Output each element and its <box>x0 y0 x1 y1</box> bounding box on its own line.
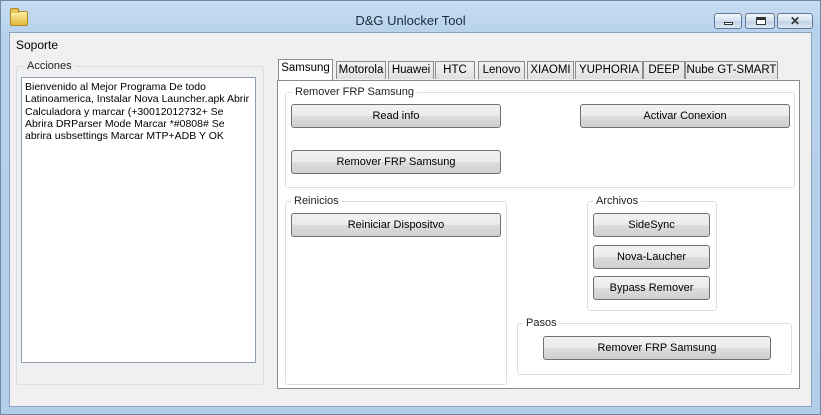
tab-deep[interactable]: DEEP <box>643 61 685 79</box>
tab-xiaomi[interactable]: XIAOMI <box>527 61 574 79</box>
tab-yuphoria[interactable]: YUPHORIA <box>575 61 643 79</box>
tab-nube-gt-smart[interactable]: Nube GT-SMART <box>685 61 778 79</box>
acciones-textbox[interactable]: Bienvenido al Mejor Programa De todo Lat… <box>21 77 256 363</box>
client-area: Soporte Acciones Bienvenido al Mejor Pro… <box>9 32 812 407</box>
bypass-remover-button[interactable]: Bypass Remover <box>593 276 710 300</box>
nova-launcher-button[interactable]: Nova-Laucher <box>593 245 710 269</box>
pasos-group: Pasos Remover FRP Samsung <box>517 317 792 375</box>
reiniciar-dispositivo-button[interactable]: Reiniciar Dispositvo <box>291 213 501 237</box>
tab-huawei[interactable]: Huawei <box>388 61 434 79</box>
menu-bar: Soporte <box>10 33 811 55</box>
menu-soporte[interactable]: Soporte <box>16 38 58 52</box>
tab-samsung[interactable]: Samsung <box>278 59 333 80</box>
pasos-remover-frp-button[interactable]: Remover FRP Samsung <box>543 336 771 360</box>
remover-frp-button[interactable]: Remover FRP Samsung <box>291 150 501 174</box>
tab-lenovo[interactable]: Lenovo <box>478 61 525 79</box>
acciones-group: Acciones Bienvenido al Mejor Programa De… <box>16 60 264 385</box>
activar-conexion-button[interactable]: Activar Conexion <box>580 104 790 128</box>
acciones-label: Acciones <box>24 60 75 72</box>
archivos-label: Archivos <box>593 195 642 207</box>
close-icon: ✕ <box>790 14 801 28</box>
reinicios-label: Reinicios <box>291 195 342 207</box>
frp-group-label: Remover FRP Samsung <box>292 86 418 98</box>
read-info-button[interactable]: Read info <box>291 104 501 128</box>
minimize-button[interactable] <box>714 13 742 29</box>
pasos-label: Pasos <box>523 317 560 329</box>
close-button[interactable]: ✕ <box>777 13 813 29</box>
title-bar[interactable]: D&G Unlocker Tool ✕ <box>1 1 820 33</box>
tab-motorola[interactable]: Motorola <box>336 61 386 79</box>
maximize-icon <box>756 17 766 25</box>
window-title: D&G Unlocker Tool <box>355 13 466 28</box>
minimize-icon <box>724 22 733 25</box>
sidesync-button[interactable]: SideSync <box>593 213 710 237</box>
maximize-button[interactable] <box>745 13 775 29</box>
tab-htc[interactable]: HTC <box>435 61 475 79</box>
archivos-group: Archivos SideSync Nova-Laucher Bypass Re… <box>587 195 717 311</box>
tab-panel-samsung: Remover FRP Samsung Read info Activar Co… <box>277 80 800 389</box>
frp-group: Remover FRP Samsung Read info Activar Co… <box>285 86 795 188</box>
reinicios-group: Reinicios Reiniciar Dispositvo <box>285 195 507 385</box>
app-window: D&G Unlocker Tool ✕ Soporte Acciones Bie… <box>0 0 821 415</box>
